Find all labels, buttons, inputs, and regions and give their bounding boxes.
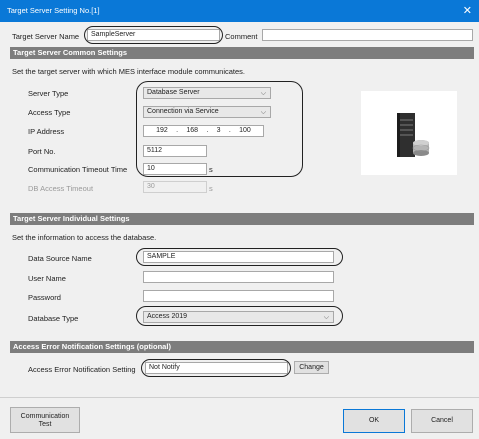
close-icon[interactable]: ✕ (463, 4, 472, 17)
error-notify-label: Access Error Notification Setting (28, 365, 136, 374)
section-error-notification: Access Error Notification Settings (opti… (10, 341, 474, 353)
comment-input[interactable] (262, 29, 473, 41)
db-timeout-input: 30 (143, 181, 207, 193)
comment-label: Comment (225, 32, 258, 41)
server-type-label: Server Type (28, 89, 69, 98)
window-title: Target Server Setting No.[1] (7, 6, 100, 15)
database-server-icon (361, 91, 457, 175)
comm-test-label-line1: Communication (20, 413, 70, 420)
db-timeout-unit: s (209, 184, 213, 193)
dsn-label: Data Source Name (28, 254, 92, 263)
password-label: Password (28, 293, 61, 302)
section-common-settings: Target Server Common Settings (10, 47, 474, 59)
highlight-server-name (84, 26, 223, 44)
highlight-dsn (136, 248, 343, 266)
communication-test-button[interactable]: Communication Test (10, 407, 80, 433)
comm-test-label-line2: Test (38, 421, 52, 428)
password-input[interactable] (143, 290, 334, 302)
db-timeout-label: DB Access Timeout (28, 184, 94, 193)
comm-timeout-label: Communication Timeout Time (28, 165, 128, 174)
ip-address-label: IP Address (28, 127, 65, 136)
individual-description: Set the information to access the databa… (12, 233, 157, 242)
cancel-button[interactable]: Cancel (411, 409, 473, 433)
access-type-label: Access Type (28, 108, 71, 117)
ok-button[interactable]: OK (343, 409, 405, 433)
server-name-label: Target Server Name (12, 32, 80, 41)
footer-divider (0, 397, 479, 398)
title-bar: Target Server Setting No.[1] ✕ (0, 0, 479, 22)
user-name-label: User Name (28, 274, 66, 283)
highlight-db-type (136, 306, 343, 326)
section-individual-settings: Target Server Individual Settings (10, 213, 474, 225)
user-name-input[interactable] (143, 271, 334, 283)
highlight-error-notify (141, 359, 291, 377)
port-label: Port No. (28, 147, 56, 156)
common-description: Set the target server with which MES int… (12, 67, 246, 76)
db-type-label: Database Type (28, 314, 79, 323)
highlight-server-config (136, 81, 303, 177)
change-button[interactable]: Change (294, 361, 329, 374)
